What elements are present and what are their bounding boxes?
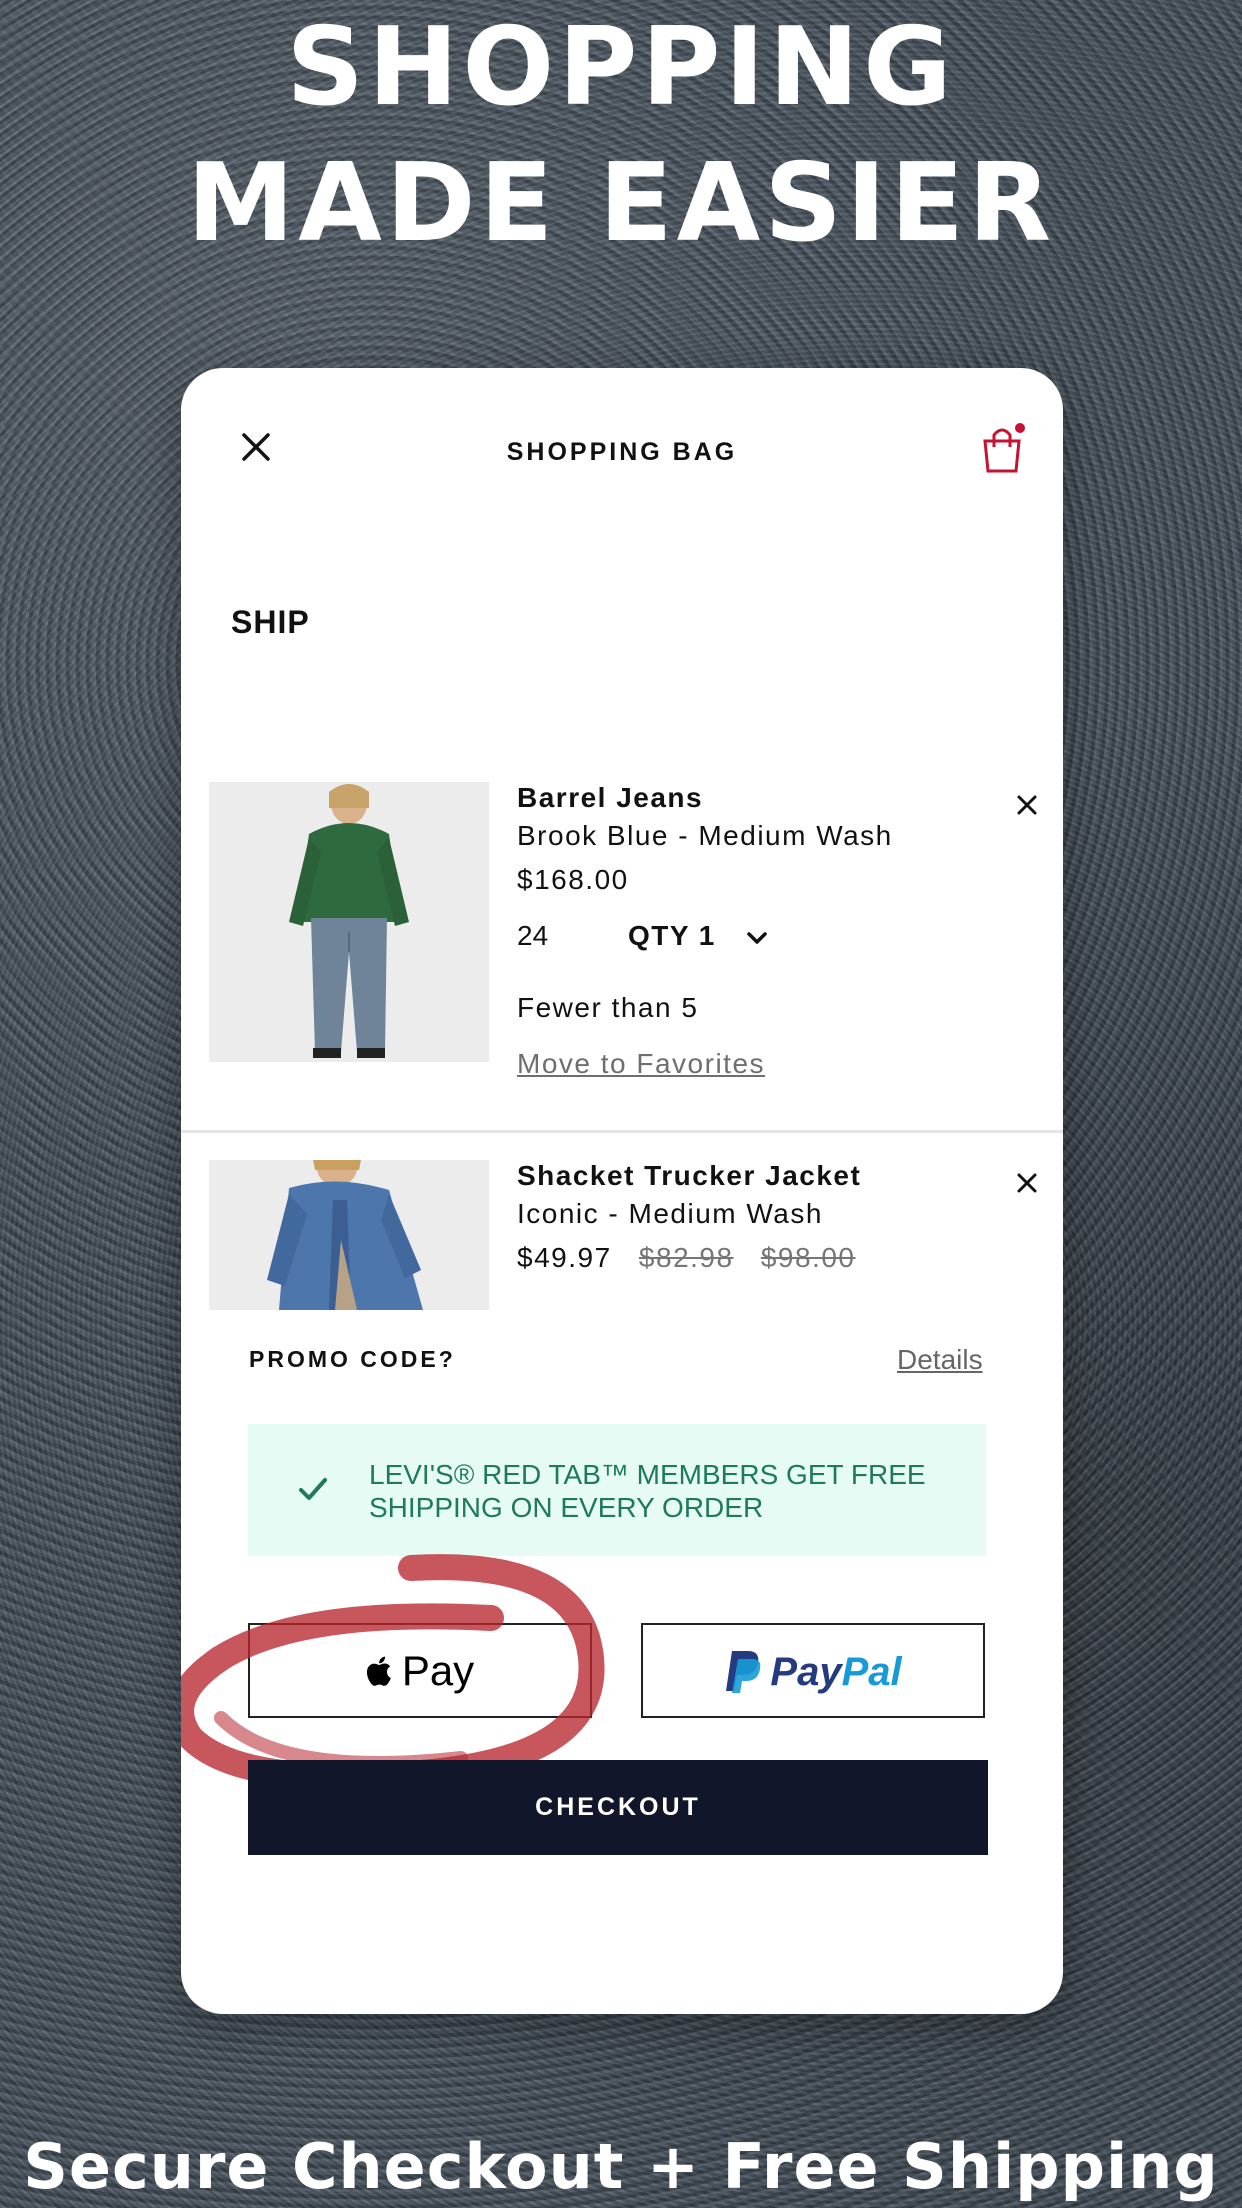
product-name[interactable]: Shacket Trucker Jacket [517,1160,861,1192]
shopping-bag-icon[interactable] [978,423,1026,475]
cart-item: Shacket Trucker Jacket Iconic - Medium W… [181,1160,1063,1310]
paypal-button[interactable]: PayPal [641,1623,985,1718]
check-icon [299,1478,327,1500]
paypal-wordmark-pay: Pay [770,1650,842,1694]
original-price: $82.98 [638,1242,734,1273]
product-price: $168.00 [517,864,893,896]
product-name[interactable]: Barrel Jeans [517,782,893,814]
details-link[interactable]: Details [897,1344,983,1376]
item-divider [181,1130,1063,1133]
product-variant: Brook Blue - Medium Wash [517,820,893,851]
size-qty-row: 24 QTY 1 [517,920,768,952]
move-to-favorites-link[interactable]: Move to Favorites [517,1048,765,1080]
shopping-bag-panel: SHOPPING BAG SHIP Barrel Jeans Brook Blu… [181,368,1063,2014]
page-title: SHOPPING BAG [506,438,738,466]
stock-status: Fewer than 5 [517,992,699,1023]
qty-select[interactable]: QTY 1 [628,920,716,951]
sale-price: $49.97 [517,1242,612,1273]
cart-item: Barrel Jeans Brook Blue - Medium Wash $1… [181,782,1063,1498]
product-image[interactable] [209,1160,489,1310]
size-value: 24 [517,920,549,951]
headline-line-2: MADE EASIER [186,141,1056,266]
product-image[interactable] [209,782,489,1062]
promo-headline: SHOPPING MADE EASIER [0,0,1242,272]
headline-line-1: SHOPPING [286,5,956,130]
remove-item-icon[interactable] [1016,794,1038,816]
checkout-button[interactable]: CHECKOUT [248,1760,988,1855]
apple-logo-icon [366,1656,391,1686]
jeans-model-image [209,782,489,1062]
paypal-logo-icon [726,1651,761,1693]
banner-text: LEVI'S® RED TAB™ MEMBERS GET FREE SHIPPI… [369,1459,926,1523]
tagline: Secure Checkout + Free Shipping [23,2130,1219,2203]
sale-price: $168.00 [517,864,629,895]
remove-item-icon[interactable] [1016,1172,1038,1194]
original-price: $98.00 [760,1242,856,1273]
section-label-ship: SHIP [231,604,310,640]
apple-pay-label: Pay [401,1647,475,1694]
jacket-model-image [209,1160,489,1310]
apple-pay-button[interactable]: Pay [248,1623,592,1718]
promo-code-toggle[interactable]: PROMO CODE? [249,1346,456,1373]
product-price: $49.97 $82.98 $98.00 [517,1242,861,1274]
paypal-wordmark-pal: Pal [841,1650,902,1694]
product-variant: Iconic - Medium Wash [517,1198,823,1229]
free-shipping-banner: LEVI'S® RED TAB™ MEMBERS GET FREE SHIPPI… [248,1424,986,1556]
chevron-down-icon[interactable] [746,927,768,949]
